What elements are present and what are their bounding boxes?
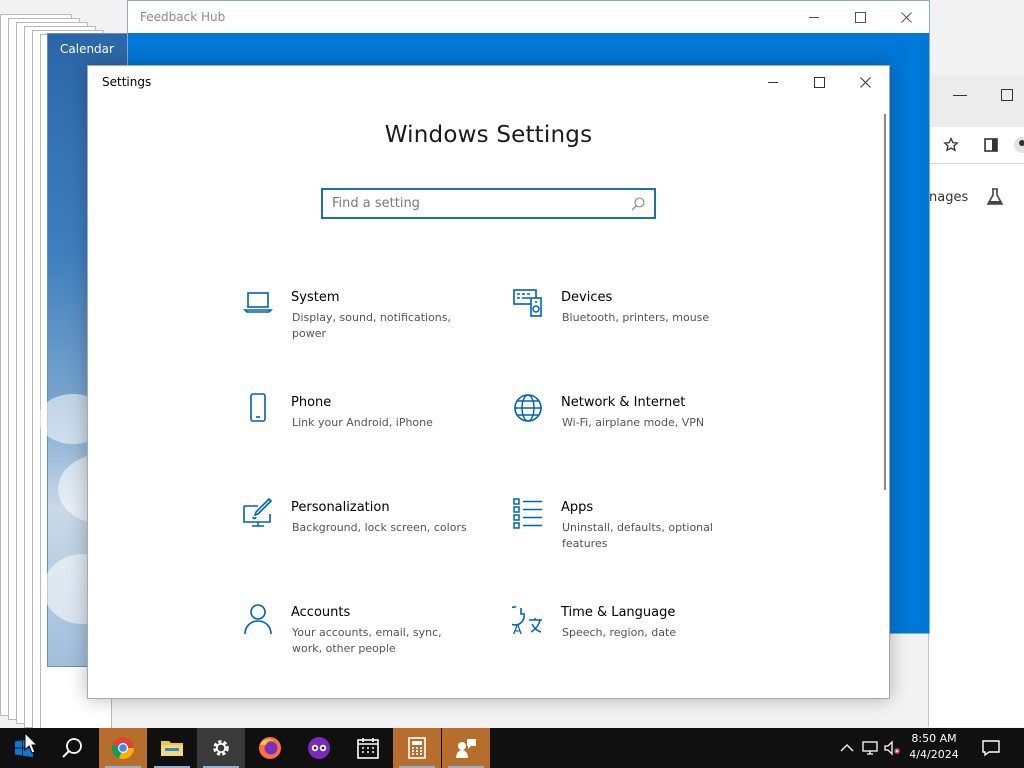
- settings-category-network[interactable]: Network & Internet Wi-Fi, airplane mode,…: [512, 393, 752, 463]
- taskbar-settings[interactable]: [197, 728, 245, 768]
- category-description: Background, lock screen, colors: [292, 521, 467, 534]
- settings-search-box[interactable]: [321, 188, 656, 219]
- paint-icon: [243, 498, 273, 527]
- settings-category-personalization[interactable]: Personalization Background, lock screen,…: [242, 498, 482, 568]
- settings-category-devices[interactable]: Devices Bluetooth, printers, mouse: [512, 288, 752, 358]
- category-description: Link your Android, iPhone: [292, 416, 433, 429]
- taskbar-feedback-hub[interactable]: [442, 728, 490, 768]
- taskbar-firefox[interactable]: [246, 728, 294, 768]
- phone-icon: [250, 393, 266, 422]
- category-description: Bluetooth, printers, mouse: [562, 311, 710, 324]
- minimize-icon: [809, 16, 819, 18]
- category-label: Phone: [291, 395, 332, 410]
- category-description: Wi-Fi, airplane mode, VPN: [562, 416, 705, 429]
- taskbar-calendar[interactable]: [344, 728, 392, 768]
- taskbar-chrome[interactable]: [99, 728, 147, 768]
- devices-icon: [513, 289, 542, 317]
- category-label: Apps: [561, 500, 594, 515]
- settings-category-accounts[interactable]: Accounts Your accounts, email, sync, wor…: [242, 603, 482, 673]
- settings-window-title: Settings: [102, 75, 152, 89]
- category-description: Speech, region, date: [562, 626, 677, 639]
- category-description: Your accounts, email, sync, work, other …: [292, 626, 442, 655]
- taskbar-app-mask[interactable]: [295, 728, 343, 768]
- feedback-close-button[interactable]: [883, 1, 929, 33]
- search-button[interactable]: [48, 728, 96, 768]
- settings-close-button[interactable]: [842, 66, 888, 98]
- chrome-toolbar: [929, 127, 1024, 164]
- feedback-hub-icon: [456, 739, 476, 758]
- mask-app-icon: [308, 737, 330, 759]
- settings-window[interactable]: Settings Windows Settings System Display…: [87, 65, 890, 699]
- settings-minimize-button[interactable]: [750, 66, 796, 98]
- feedback-hub-titlebar: Feedback Hub: [128, 1, 929, 33]
- category-label: Devices: [561, 290, 613, 305]
- settings-scrollbar[interactable]: [884, 114, 886, 490]
- settings-search-input[interactable]: [332, 193, 622, 213]
- calculator-icon: [408, 737, 426, 759]
- chevron-up-icon[interactable]: [839, 740, 855, 756]
- svg-text:A: A: [513, 623, 522, 635]
- chrome-window[interactable]: nages: [928, 75, 1024, 727]
- laptop-icon: [243, 292, 273, 313]
- person-icon: [244, 604, 272, 635]
- globe-icon: [514, 394, 542, 422]
- close-icon: [859, 76, 871, 88]
- category-label: Network & Internet: [561, 395, 686, 410]
- taskbar-clock[interactable]: 8:50 AM 4/4/2024: [902, 731, 966, 763]
- search-icon[interactable]: [630, 196, 646, 212]
- minimize-icon: [768, 81, 778, 83]
- settings-category-apps[interactable]: Apps Uninstall, defaults, optional featu…: [512, 498, 752, 568]
- settings-category-system[interactable]: System Display, sound, notifications, po…: [242, 288, 482, 358]
- taskbar: 8:50 AM 4/4/2024: [0, 728, 1024, 768]
- feedback-hub-title: Feedback Hub: [140, 10, 226, 24]
- category-description: Uninstall, defaults, optional features: [562, 521, 713, 550]
- search-icon: [62, 738, 82, 758]
- network-icon[interactable]: [862, 740, 878, 756]
- profile-icon[interactable]: [1013, 136, 1024, 154]
- time-language-icon: A: [512, 606, 542, 635]
- side-panel-icon[interactable]: [983, 137, 999, 153]
- volume-muted-icon[interactable]: [884, 740, 900, 756]
- clock-time: 8:50 AM: [911, 732, 957, 745]
- chrome-minimize-icon[interactable]: [953, 95, 967, 96]
- notification-icon[interactable]: [982, 739, 1000, 757]
- feedback-minimize-button[interactable]: [791, 1, 837, 33]
- clock-date: 4/4/2024: [909, 748, 959, 761]
- calendar-icon: [357, 738, 379, 759]
- chrome-icon: [111, 737, 135, 760]
- flask-icon[interactable]: [985, 187, 1005, 207]
- category-label: Personalization: [291, 500, 390, 515]
- maximize-icon: [813, 76, 825, 88]
- chrome-partial-text: nages: [929, 190, 969, 205]
- chrome-tab-strip: [929, 75, 1024, 127]
- gear-icon: [213, 740, 229, 756]
- category-description: Display, sound, notifications, power: [292, 311, 452, 340]
- category-label: Time & Language: [561, 605, 676, 620]
- maximize-icon: [854, 11, 866, 23]
- category-label: System: [291, 290, 340, 305]
- settings-heading: Windows Settings: [384, 122, 593, 148]
- settings-maximize-button[interactable]: [796, 66, 842, 98]
- settings-category-phone[interactable]: Phone Link your Android, iPhone: [242, 393, 482, 463]
- settings-category-time-language[interactable]: A Time & Language Speech, region, date: [512, 603, 752, 673]
- firefox-icon: [259, 737, 281, 759]
- calendar-window-title: Calendar: [60, 42, 114, 56]
- taskbar-calculator[interactable]: [393, 728, 441, 768]
- chrome-maximize-icon[interactable]: [1001, 89, 1013, 101]
- feedback-maximize-button[interactable]: [837, 1, 883, 33]
- category-label: Accounts: [291, 605, 351, 620]
- mouse-cursor-icon: [24, 732, 38, 754]
- apps-list-icon: [513, 498, 542, 529]
- star-icon[interactable]: [943, 137, 959, 153]
- folder-icon: [161, 741, 183, 756]
- taskbar-file-explorer[interactable]: [148, 728, 196, 768]
- close-icon: [900, 11, 912, 23]
